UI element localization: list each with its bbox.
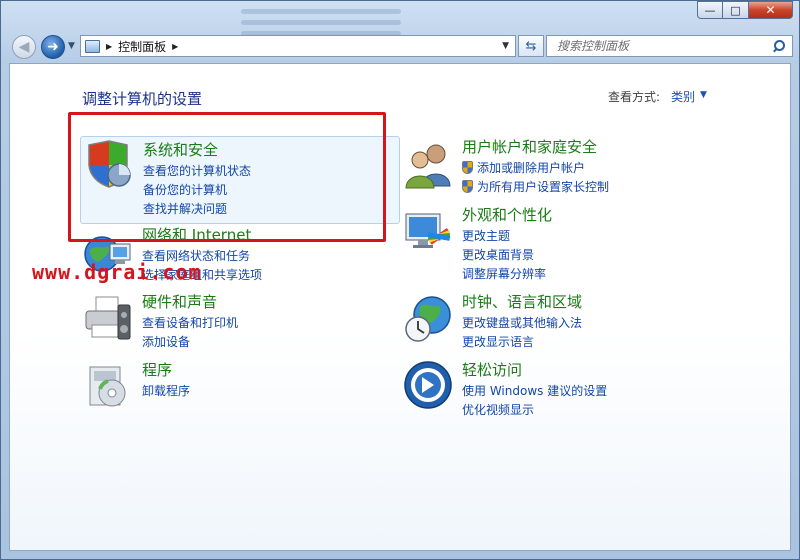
uac-shield-icon bbox=[462, 180, 473, 193]
link-backup-computer[interactable]: 备份您的计算机 bbox=[143, 180, 251, 199]
link-screen-resolution[interactable]: 调整屏幕分辨率 bbox=[462, 264, 546, 283]
window-controls: — □ ✕ bbox=[697, 1, 793, 19]
search-box[interactable] bbox=[546, 35, 793, 57]
category-clock-language[interactable]: 时钟、语言和区域 更改键盘或其他输入法 更改显示语言 bbox=[400, 291, 700, 351]
link-add-device[interactable]: 添加设备 bbox=[142, 332, 238, 351]
ease-of-access-icon bbox=[402, 359, 454, 411]
breadcrumb-control-panel[interactable]: 控制面板 bbox=[118, 38, 166, 55]
link-windows-recommended-settings[interactable]: 使用 Windows 建议的设置 bbox=[462, 381, 607, 400]
category-title[interactable]: 时钟、语言和区域 bbox=[462, 291, 582, 312]
category-programs[interactable]: 程序 卸载程序 bbox=[80, 359, 380, 409]
category-links: 添加或删除用户帐户 为所有用户设置家长控制 bbox=[462, 158, 609, 196]
category-user-accounts[interactable]: 用户帐户和家庭安全 添加或删除用户帐户 为所有用户设置家长控制 bbox=[400, 136, 730, 196]
back-button[interactable]: ◀ bbox=[12, 35, 36, 59]
link-devices-printers[interactable]: 查看设备和打印机 bbox=[142, 313, 238, 332]
shield-icon bbox=[83, 139, 135, 191]
category-links: 更改键盘或其他输入法 更改显示语言 bbox=[462, 313, 582, 351]
category-ease-of-access[interactable]: 轻松访问 使用 Windows 建议的设置 优化视频显示 bbox=[400, 359, 700, 419]
link-find-fix-problems[interactable]: 查找并解决问题 bbox=[143, 199, 251, 218]
close-button[interactable]: ✕ bbox=[749, 1, 793, 19]
page-title: 调整计算机的设置 bbox=[82, 90, 203, 108]
category-links: 卸载程序 bbox=[142, 381, 190, 400]
minimize-button[interactable]: — bbox=[697, 1, 723, 19]
users-icon bbox=[402, 140, 454, 192]
refresh-button[interactable]: ⇆ bbox=[518, 35, 544, 57]
search-input[interactable] bbox=[555, 38, 770, 54]
link-change-display-language[interactable]: 更改显示语言 bbox=[462, 332, 582, 351]
link-change-theme[interactable]: 更改主题 bbox=[462, 226, 546, 245]
view-by-dropdown[interactable]: 类别 bbox=[671, 88, 695, 105]
category-links: 查看您的计算机状态 备份您的计算机 查找并解决问题 bbox=[143, 161, 251, 218]
link-optimize-visual-display[interactable]: 优化视频显示 bbox=[462, 400, 607, 419]
link-add-remove-accounts[interactable]: 添加或删除用户帐户 bbox=[462, 158, 609, 177]
category-links: 查看设备和打印机 添加设备 bbox=[142, 313, 238, 351]
control-panel-window: — □ ✕ ◀ ➜ ▼ ▶ 控制面板 ▶ ▼ ⇆ 调整计算机的设置 查看方式: … bbox=[0, 0, 800, 560]
category-title[interactable]: 硬件和声音 bbox=[142, 291, 217, 312]
link-change-background[interactable]: 更改桌面背景 bbox=[462, 245, 546, 264]
refresh-icon: ⇆ bbox=[525, 38, 537, 54]
link-uninstall-program[interactable]: 卸载程序 bbox=[142, 381, 190, 400]
personalization-icon bbox=[402, 208, 454, 260]
blurred-title-area bbox=[241, 3, 401, 36]
forward-button[interactable]: ➜ bbox=[41, 35, 65, 59]
watermark-text: www.dgrai.com bbox=[32, 260, 202, 284]
category-links: 更改主题 更改桌面背景 调整屏幕分辨率 bbox=[462, 226, 546, 283]
view-by-label: 查看方式: bbox=[608, 90, 661, 104]
link-text[interactable]: 添加或删除用户帐户 bbox=[477, 159, 585, 176]
category-title[interactable]: 轻松访问 bbox=[462, 359, 522, 380]
content-pane: 调整计算机的设置 查看方式: 类别 ▼ 系统和安全 查看您的计算机状态 备份您的… bbox=[9, 63, 791, 551]
category-links: 使用 Windows 建议的设置 优化视频显示 bbox=[462, 381, 607, 419]
programs-icon bbox=[82, 361, 134, 413]
arrow-right-icon: ➜ bbox=[47, 39, 59, 55]
breadcrumb-separator-icon[interactable]: ▶ bbox=[106, 42, 112, 51]
category-system-security[interactable]: 系统和安全 查看您的计算机状态 备份您的计算机 查找并解决问题 bbox=[80, 136, 400, 224]
globe-clock-icon bbox=[402, 293, 454, 345]
address-bar[interactable]: ▶ 控制面板 ▶ ▼ bbox=[80, 35, 516, 57]
uac-shield-icon bbox=[462, 161, 473, 174]
category-title[interactable]: 网络和 Internet bbox=[142, 224, 251, 245]
link-text[interactable]: 为所有用户设置家长控制 bbox=[477, 178, 609, 195]
link-parental-controls[interactable]: 为所有用户设置家长控制 bbox=[462, 177, 609, 196]
control-panel-icon bbox=[85, 39, 100, 53]
breadcrumb-separator-icon[interactable]: ▶ bbox=[172, 42, 178, 51]
category-title[interactable]: 外观和个性化 bbox=[462, 204, 552, 225]
address-dropdown-icon[interactable]: ▼ bbox=[502, 41, 509, 51]
category-hardware-sound[interactable]: 硬件和声音 查看设备和打印机 添加设备 bbox=[80, 291, 380, 351]
history-dropdown-icon[interactable]: ▼ bbox=[68, 41, 75, 51]
category-title[interactable]: 程序 bbox=[142, 359, 172, 380]
category-title[interactable]: 用户帐户和家庭安全 bbox=[462, 136, 597, 157]
printer-icon bbox=[82, 293, 134, 345]
search-icon[interactable] bbox=[770, 37, 788, 55]
maximize-button[interactable]: □ bbox=[723, 1, 749, 19]
link-view-computer-status[interactable]: 查看您的计算机状态 bbox=[143, 161, 251, 180]
arrow-left-icon: ◀ bbox=[18, 39, 30, 55]
category-appearance[interactable]: 外观和个性化 更改主题 更改桌面背景 调整屏幕分辨率 bbox=[400, 204, 700, 284]
category-title[interactable]: 系统和安全 bbox=[143, 139, 218, 160]
chevron-down-icon[interactable]: ▼ bbox=[700, 90, 707, 100]
link-change-keyboard[interactable]: 更改键盘或其他输入法 bbox=[462, 313, 582, 332]
